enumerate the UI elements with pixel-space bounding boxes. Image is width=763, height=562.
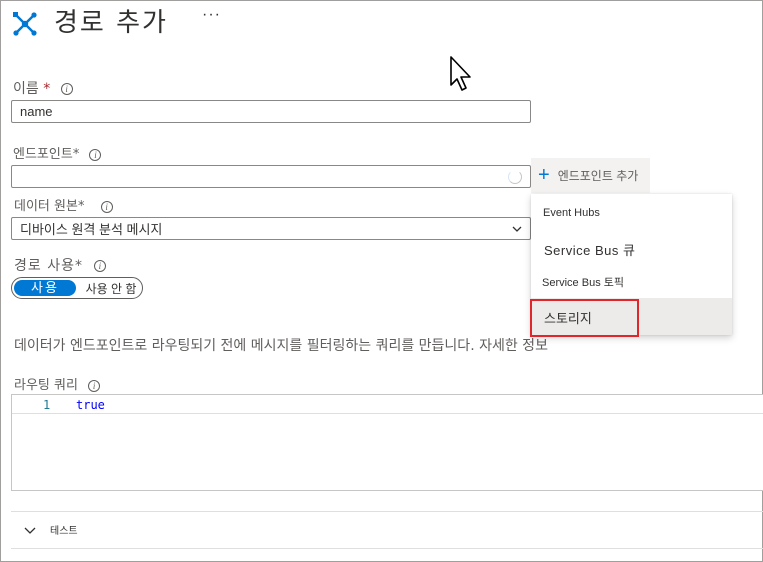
required-mark: *	[43, 81, 51, 97]
menu-item-event-hubs[interactable]: Event Hubs	[531, 194, 732, 232]
page-title: 경로 추가	[54, 8, 168, 38]
endpoint-label-text: 엔드포인트	[13, 147, 73, 162]
required-mark: *	[72, 147, 80, 162]
data-source-label-text: 데이터 원본	[14, 199, 78, 214]
toggle-option-on[interactable]: 사용	[14, 280, 76, 296]
query-editor[interactable]: 1 true	[11, 394, 763, 491]
info-icon[interactable]: i	[94, 260, 107, 272]
menu-item-service-bus-topic[interactable]: Service Bus 토픽	[531, 268, 732, 298]
info-icon[interactable]: i	[89, 148, 102, 161]
chevron-down-icon[interactable]	[24, 524, 36, 536]
more-options-button[interactable]: ···	[202, 6, 221, 24]
name-label-text: 이름	[13, 81, 39, 97]
query-description: 데이터가 엔드포인트로 라우팅되기 전에 메시지를 필터링하는 쿼리를 만듭니다…	[14, 335, 548, 355]
enable-route-toggle[interactable]: 사용 사용 안 함	[11, 277, 143, 299]
enable-route-label: 경로 사용* i	[14, 255, 107, 275]
divider	[11, 548, 763, 549]
data-source-dropdown[interactable]: 디바이스 원격 분석 메시지	[11, 217, 531, 240]
chevron-down-icon	[512, 226, 522, 232]
routing-query-label: 라우팅 쿼리 i	[14, 374, 101, 393]
name-label: 이름 * i	[13, 78, 73, 98]
enable-route-label-text: 경로 사용	[14, 258, 75, 274]
line-number: 1	[43, 398, 51, 412]
info-icon[interactable]: i	[88, 379, 101, 392]
menu-item-service-bus-queue[interactable]: Service Bus 큐	[531, 232, 732, 268]
description-text: 데이터가 엔드포인트로 라우팅되기 전에 메시지를 필터링하는 쿼리를 만듭니다…	[14, 338, 475, 354]
test-section-label[interactable]: 테스트	[50, 522, 78, 537]
query-code[interactable]: true	[76, 398, 105, 412]
route-icon	[13, 12, 37, 36]
mouse-cursor-icon	[450, 56, 471, 91]
endpoint-select[interactable]	[11, 165, 531, 188]
plus-icon: +	[538, 164, 550, 186]
learn-more-link[interactable]: 자세한 정보	[479, 338, 548, 354]
name-input[interactable]: name	[11, 100, 531, 123]
info-icon[interactable]: i	[60, 83, 73, 95]
add-endpoint-button[interactable]: + 엔드포인트 추가	[531, 158, 650, 193]
routing-query-label-text: 라우팅 쿼리	[14, 378, 78, 393]
required-mark: *	[74, 258, 83, 274]
toggle-option-off[interactable]: 사용 안 함	[76, 280, 140, 297]
highlight-annotation	[530, 299, 639, 337]
required-mark: *	[77, 199, 85, 214]
divider	[11, 511, 763, 512]
editor-line: 1 true	[12, 395, 763, 414]
endpoint-label: 엔드포인트* i	[13, 143, 102, 162]
info-icon[interactable]: i	[100, 200, 113, 213]
add-endpoint-label: 엔드포인트 추가	[557, 169, 639, 183]
loading-spinner-icon	[508, 170, 522, 184]
data-source-value: 디바이스 원격 분석 메시지	[20, 222, 163, 237]
data-source-label: 데이터 원본* i	[14, 195, 113, 214]
